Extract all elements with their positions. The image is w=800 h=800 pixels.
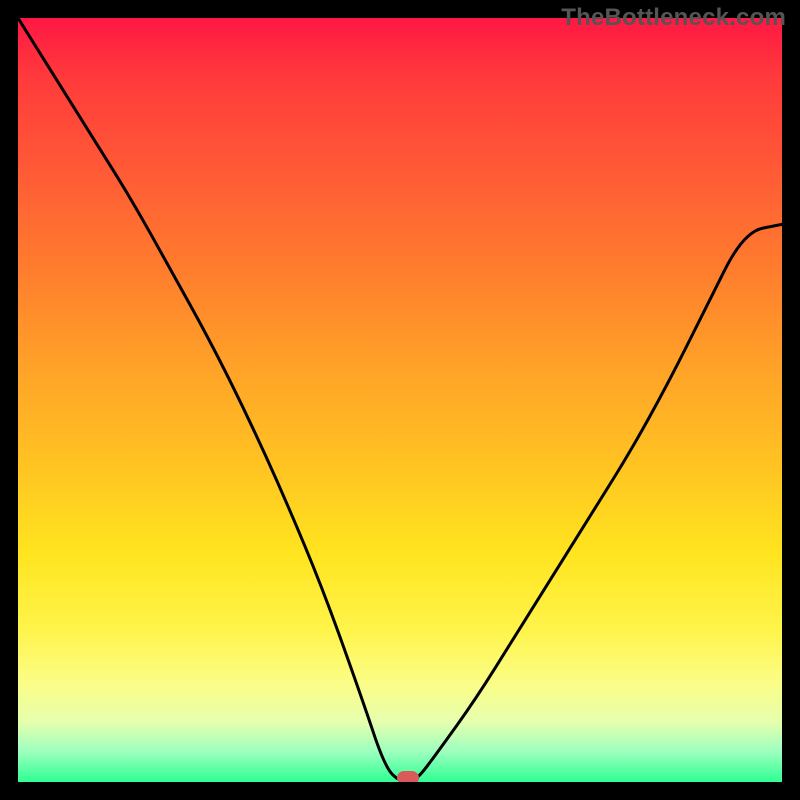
curve-path: [18, 18, 782, 782]
bottleneck-curve: [18, 18, 782, 782]
optimal-marker: [397, 771, 419, 782]
plot-area: [18, 18, 782, 782]
chart-frame: TheBottleneck.com: [0, 0, 800, 800]
watermark-text: TheBottleneck.com: [561, 4, 786, 32]
